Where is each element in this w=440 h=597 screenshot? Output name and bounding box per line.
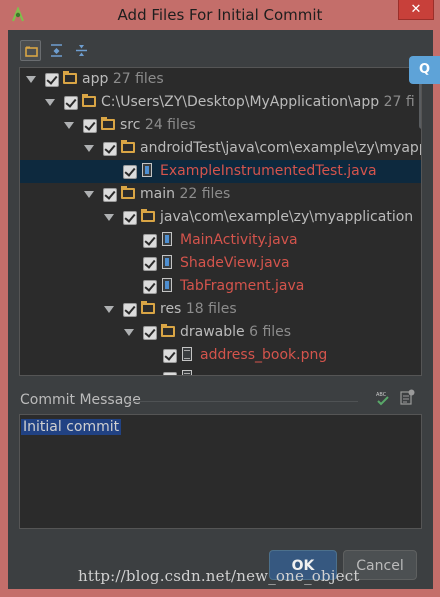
commit-message-input[interactable]: Initial commit [19, 414, 422, 529]
tree-row-partial[interactable] [20, 367, 421, 375]
tree-toolbar [20, 39, 110, 63]
file-checkbox[interactable] [103, 188, 117, 202]
file-checkbox[interactable] [143, 257, 157, 271]
title-bar: Add Files For Initial Commit ✕ [0, 0, 440, 30]
java-file-icon [162, 232, 172, 246]
spellcheck-icon[interactable]: ABC [375, 390, 391, 406]
tree-item-label: drawable 6 files [180, 324, 292, 340]
expand-arrow-icon[interactable] [84, 145, 94, 152]
java-file-icon [162, 255, 172, 269]
tree-row[interactable]: ExampleInstrumentedTest.java [20, 160, 421, 183]
image-file-icon [182, 370, 192, 375]
group-by-directory-button[interactable] [20, 40, 41, 61]
commit-message-text[interactable]: Initial commit [21, 419, 122, 435]
file-checkbox[interactable] [123, 211, 137, 225]
tree-row[interactable]: src 24 files [20, 114, 421, 137]
side-widget-icon[interactable]: Q [409, 56, 440, 84]
tree-item-label: res 18 files [160, 301, 237, 317]
tree-item-label: C:\Users\ZY\Desktop\MyApplication\app 27… [101, 94, 415, 110]
tree-item-label: TabFragment.java [180, 278, 305, 294]
tree-row[interactable]: ShadeView.java [20, 252, 421, 275]
file-checkbox[interactable] [123, 303, 137, 317]
watermark-text: http://blog.csdn.net/new_one_object [78, 567, 360, 585]
collapse-all-icon [76, 45, 87, 56]
tree-item-label: address_book.png [200, 347, 328, 363]
file-checkbox[interactable] [64, 96, 78, 110]
tree-item-label: main 22 files [140, 186, 231, 202]
file-checkbox[interactable] [123, 165, 137, 179]
tree-item-label: ShadeView.java [180, 255, 290, 271]
tree-item-label: app 27 files [82, 71, 164, 87]
tree-row[interactable]: app 27 files [20, 68, 421, 91]
expand-arrow-icon[interactable] [104, 306, 114, 313]
tree-row[interactable]: MainActivity.java [20, 229, 421, 252]
folder-icon [141, 301, 155, 314]
file-checkbox[interactable] [143, 234, 157, 248]
expand-arrow-icon[interactable] [84, 191, 94, 198]
collapse-all-button[interactable] [71, 40, 92, 61]
tree-row[interactable]: address_book.png [20, 344, 421, 367]
expand-all-button[interactable] [46, 40, 67, 61]
folder-icon [101, 117, 115, 130]
tree-row[interactable]: res 18 files [20, 298, 421, 321]
close-button[interactable]: ✕ [398, 0, 434, 20]
folder-icon [63, 71, 77, 84]
file-checkbox[interactable] [45, 73, 59, 87]
tree-item-label: java\com\example\zy\myapplication [160, 209, 414, 225]
folder-icon [121, 186, 135, 199]
file-tree[interactable]: app 27 files C:\Users\ZY\Desktop\MyAppli… [19, 67, 422, 376]
expand-arrow-icon[interactable] [124, 329, 134, 336]
file-checkbox[interactable] [103, 142, 117, 156]
folder-icon [82, 94, 96, 107]
tree-item-label: src 24 files [120, 117, 196, 133]
folder-icon [141, 209, 155, 222]
expand-all-icon [51, 44, 62, 57]
folder-icon [25, 46, 38, 57]
tree-row[interactable]: drawable 6 files [20, 321, 421, 344]
tree-item-label: MainActivity.java [180, 232, 298, 248]
svg-text:ABC: ABC [376, 392, 387, 398]
expand-arrow-icon[interactable] [26, 76, 36, 83]
tree-row[interactable]: C:\Users\ZY\Desktop\MyApplication\app 27… [20, 91, 421, 114]
commit-message-label: Commit Message [20, 392, 141, 408]
image-file-icon [182, 347, 192, 361]
commit-history-icon[interactable] [399, 389, 415, 405]
tree-item-label: ExampleInstrumentedTest.java [160, 163, 377, 179]
window-title: Add Files For Initial Commit [117, 6, 323, 24]
expand-arrow-icon[interactable] [45, 99, 55, 106]
java-file-icon [142, 163, 152, 177]
tree-item-label: androidTest\java\com\example\zy\myapp [140, 140, 422, 156]
tree-row[interactable]: main 22 files [20, 183, 421, 206]
folder-icon [121, 140, 135, 153]
dialog-content: app 27 files C:\Users\ZY\Desktop\MyAppli… [8, 30, 433, 589]
tree-row[interactable]: androidTest\java\com\example\zy\myapp [20, 137, 421, 160]
expand-arrow-icon[interactable] [104, 214, 114, 221]
folder-icon [161, 324, 175, 337]
file-checkbox[interactable] [163, 349, 177, 363]
file-checkbox[interactable] [143, 280, 157, 294]
file-checkbox[interactable] [143, 326, 157, 340]
file-checkbox[interactable] [163, 372, 177, 375]
tree-row[interactable]: java\com\example\zy\myapplication [20, 206, 421, 229]
file-checkbox[interactable] [83, 119, 97, 133]
separator-line [128, 401, 358, 402]
java-file-icon [162, 278, 172, 292]
tree-row[interactable]: TabFragment.java [20, 275, 421, 298]
expand-arrow-icon[interactable] [64, 122, 74, 129]
